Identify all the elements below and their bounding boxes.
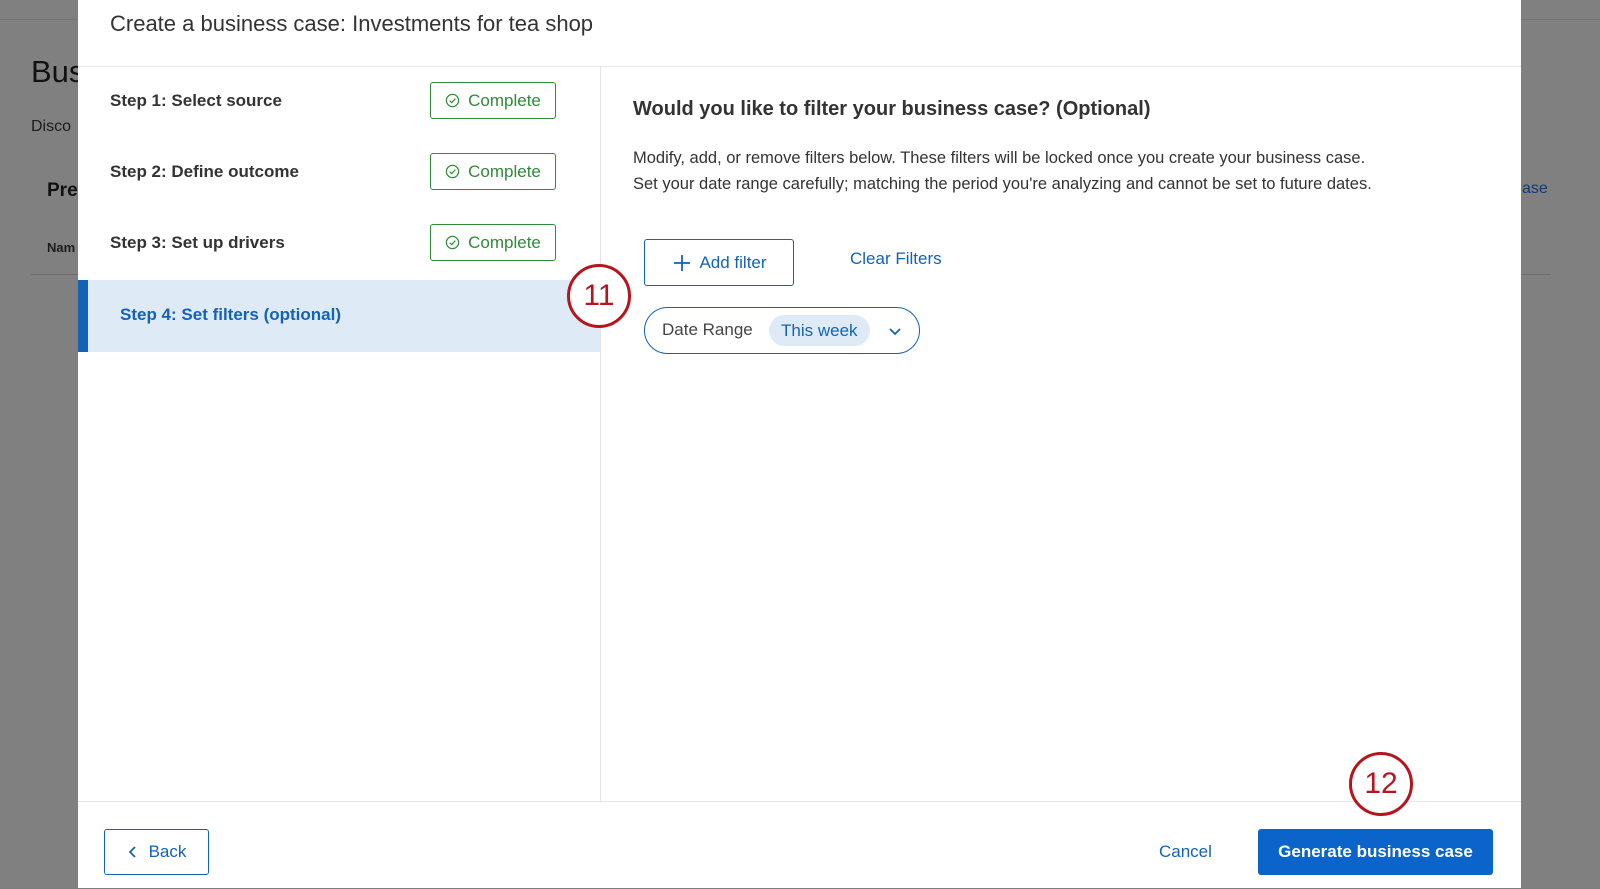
callout-marker: 11	[567, 264, 631, 328]
filter-content-panel: Would you like to filter your business c…	[602, 67, 1521, 801]
chevron-down-icon[interactable]	[887, 323, 903, 339]
background-subtitle: Disco	[31, 118, 72, 135]
steps-sidebar: Step 1: Select source Complete Step 2: D…	[78, 67, 601, 801]
date-range-filter-chip[interactable]: Date Range This week	[644, 307, 920, 354]
step-label: Step 4: Set filters (optional)	[120, 305, 342, 324]
modal-footer: Back Cancel Generate business case	[78, 801, 1521, 889]
callout-marker: 12	[1349, 752, 1413, 816]
check-circle-icon	[445, 164, 460, 179]
background-page-title: Bus	[31, 54, 85, 89]
complete-badge: Complete	[430, 82, 556, 119]
badge-label: Complete	[468, 90, 541, 110]
active-step-indicator	[78, 280, 88, 352]
step-define-outcome[interactable]: Step 2: Define outcome Complete	[78, 138, 600, 210]
create-business-case-modal: Create a business case: Investments for …	[78, 0, 1521, 888]
filter-description: Modify, add, or remove filters below. Th…	[633, 145, 1493, 197]
description-line: Set your date range carefully; matching …	[633, 175, 1372, 193]
filter-chip-value: This week	[769, 315, 870, 346]
step-label: Step 1: Select source	[110, 91, 282, 110]
filter-chip-label: Date Range	[662, 320, 753, 339]
add-filter-button[interactable]: Add filter	[644, 239, 794, 286]
badge-label: Complete	[468, 232, 541, 252]
step-select-source[interactable]: Step 1: Select source Complete	[78, 67, 600, 139]
cancel-button[interactable]: Cancel	[1159, 842, 1212, 862]
complete-badge: Complete	[430, 153, 556, 190]
modal-header: Create a business case: Investments for …	[78, 0, 1521, 67]
check-circle-icon	[445, 235, 460, 250]
description-line: Modify, add, or remove filters below. Th…	[633, 149, 1366, 167]
step-label: Step 2: Define outcome	[110, 162, 299, 181]
background-section-title: Pre	[47, 180, 78, 201]
plus-icon	[674, 254, 691, 271]
step-set-filters[interactable]: Step 4: Set filters (optional)	[78, 280, 600, 352]
generate-business-case-button[interactable]: Generate business case	[1258, 829, 1493, 875]
modal-title: Create a business case: Investments for …	[110, 11, 594, 36]
background-column-header: Nam	[47, 240, 76, 255]
step-set-up-drivers[interactable]: Step 3: Set up drivers Complete	[78, 209, 600, 281]
back-label: Back	[148, 842, 187, 861]
chevron-left-icon	[128, 846, 136, 858]
step-label: Step 3: Set up drivers	[110, 233, 285, 252]
filter-question: Would you like to filter your business c…	[633, 98, 1151, 120]
clear-filters-link[interactable]: Clear Filters	[850, 249, 942, 269]
complete-badge: Complete	[430, 224, 556, 261]
check-circle-icon	[445, 93, 460, 108]
background-link: ase	[1522, 180, 1548, 197]
add-filter-label: Add filter	[699, 252, 767, 272]
back-button[interactable]: Back	[104, 829, 209, 875]
badge-label: Complete	[468, 161, 541, 181]
